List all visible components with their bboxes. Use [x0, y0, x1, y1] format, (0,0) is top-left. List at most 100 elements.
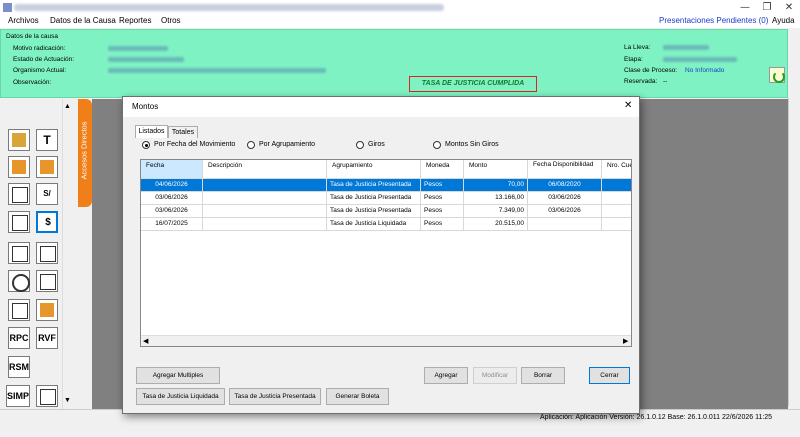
- col-header-fecha[interactable]: Fecha: [141, 160, 203, 179]
- etapa-value-redacted: [663, 57, 737, 62]
- right-scrollbar[interactable]: [788, 98, 800, 406]
- radio-dot: [247, 141, 255, 149]
- tool-document-icon[interactable]: [8, 129, 30, 151]
- cell-moneda: Pesos: [421, 218, 464, 231]
- cell-disponibilidad: 03/06/2026: [528, 192, 602, 205]
- tool-rpc-button[interactable]: RPC: [8, 327, 30, 349]
- col-header-agrupamiento[interactable]: Agrupamiento: [327, 160, 421, 179]
- window-title-redacted: [14, 4, 444, 11]
- menu-bar: Archivos Datos de la Causa Reportes Otro…: [0, 15, 800, 28]
- menu-archivos[interactable]: Archivos: [8, 16, 39, 25]
- tool-rsm-button[interactable]: RSM: [8, 356, 30, 378]
- tool-transfer-icon[interactable]: [36, 270, 58, 292]
- radio-label: Por Fecha del Movimiento: [154, 141, 236, 148]
- tool-text-icon[interactable]: T: [36, 129, 58, 151]
- menu-ayuda[interactable]: Ayuda: [772, 16, 795, 25]
- clase-proceso-label: Clase de Proceso:: [624, 67, 678, 74]
- radio-dot: [433, 141, 441, 149]
- col-header-nro-cuenta[interactable]: Nro. Cue: [602, 160, 631, 179]
- observacion-label: Observación:: [13, 79, 52, 86]
- menu-otros[interactable]: Otros: [161, 16, 181, 25]
- grid-horizontal-scrollbar[interactable]: ◀ ▶: [141, 335, 631, 346]
- modificar-button: Modificar: [473, 367, 517, 384]
- tool-rvf-button[interactable]: RVF: [36, 327, 58, 349]
- maximize-button[interactable]: ❐: [756, 0, 778, 15]
- motivo-value-redacted: [108, 46, 168, 51]
- table-row[interactable]: 03/06/2026 Tasa de Justicia Presentada Pes…: [141, 192, 631, 205]
- cell-moneda: Pesos: [421, 179, 464, 192]
- cell-disponibilidad: [528, 218, 602, 231]
- tool-copy-icon[interactable]: [8, 183, 30, 205]
- refresh-button[interactable]: [769, 67, 785, 83]
- reservada-label: Reservada:: [624, 78, 658, 85]
- scroll-right-icon[interactable]: ▶: [623, 337, 628, 345]
- estado-value-redacted: [108, 57, 184, 62]
- app-icon: [3, 3, 12, 12]
- dialog-title: Montos: [132, 102, 159, 111]
- tool-windows-icon[interactable]: [8, 211, 30, 233]
- tool-money-icon[interactable]: $: [36, 211, 58, 233]
- cell-monto: 13.166,00: [464, 192, 528, 205]
- table-row[interactable]: 03/06/2026 Tasa de Justicia Presentada Pes…: [141, 205, 631, 218]
- agregar-button[interactable]: Agregar: [424, 367, 468, 384]
- borrar-button[interactable]: Borrar: [521, 367, 565, 384]
- col-header-fecha-disponibilidad[interactable]: Fecha Disponibilidad: [528, 160, 602, 179]
- table-row[interactable]: 04/06/2026 Tasa de Justicia Presentada Pes…: [141, 179, 631, 192]
- tool-laptop-icon[interactable]: [36, 299, 58, 321]
- menu-datos-causa[interactable]: Datos de la Causa: [50, 16, 116, 25]
- col-header-monto[interactable]: Monto: [464, 160, 528, 179]
- scroll-down-icon[interactable]: ▼: [64, 397, 71, 404]
- tool-books-icon[interactable]: [8, 156, 30, 178]
- minimize-button[interactable]: —: [734, 0, 756, 15]
- cell-agrupamiento: Tasa de Justicia Presentada: [327, 179, 421, 192]
- tool-users-icon[interactable]: [36, 156, 58, 178]
- menu-reportes[interactable]: Reportes: [119, 16, 151, 25]
- scroll-left-icon[interactable]: ◀: [143, 337, 148, 345]
- tool-simp-button[interactable]: SIMP: [6, 385, 30, 407]
- etapa-label: Etapa:: [624, 56, 643, 63]
- cell-monto: 70,00: [464, 179, 528, 192]
- organismo-label: Organismo Actual:: [13, 67, 67, 74]
- scroll-up-icon[interactable]: ▲: [64, 103, 71, 110]
- motivo-label: Motivo radicación:: [13, 45, 66, 52]
- tool-folder-icon[interactable]: [8, 242, 30, 264]
- tool-recycle-icon[interactable]: [8, 270, 30, 292]
- cell-descripcion: [203, 205, 327, 218]
- col-header-descripcion[interactable]: Descripción: [203, 160, 327, 179]
- radio-label: Por Agrupamiento: [259, 141, 316, 148]
- clase-proceso-value: No Informado: [685, 67, 725, 74]
- cell-fecha: 03/06/2026: [141, 205, 203, 218]
- generar-boleta-button[interactable]: Generar Boleta: [326, 388, 389, 405]
- tool-soles-icon[interactable]: S/: [36, 183, 58, 205]
- tool-move-icon[interactable]: [8, 299, 30, 321]
- left-scrollbar[interactable]: ▲ ▼: [62, 99, 73, 409]
- dialog-close-icon[interactable]: ✕: [624, 100, 632, 111]
- tool-edit-icon[interactable]: [36, 385, 58, 407]
- radio-label: Montos Sin Giros: [445, 141, 499, 148]
- cell-fecha: 16/07/2025: [141, 218, 203, 231]
- accesos-directos-label: Accesos Directos: [79, 121, 89, 180]
- col-header-moneda[interactable]: Moneda: [421, 160, 464, 179]
- table-row[interactable]: 16/07/2025 Tasa de Justicia Liquidada Peso…: [141, 218, 631, 231]
- cell-descripcion: [203, 218, 327, 231]
- window-titlebar: — ❐ ✕: [0, 0, 800, 15]
- cell-agrupamiento: Tasa de Justicia Liquidada: [327, 218, 421, 231]
- tasa-presentada-button[interactable]: Tasa de Justicia Presentada: [229, 388, 321, 405]
- radio-dot: [142, 141, 150, 149]
- cell-cuenta: [602, 218, 631, 231]
- radio-label: Giros: [368, 141, 385, 148]
- cell-cuenta: [602, 205, 631, 218]
- radio-dot: [356, 141, 364, 149]
- dialog-titlebar: Montos ✕: [123, 97, 639, 117]
- presentaciones-pendientes-link[interactable]: Presentaciones Pendientes (0): [659, 16, 768, 25]
- tool-pages-icon[interactable]: [36, 242, 58, 264]
- cell-agrupamiento: Tasa de Justicia Presentada: [327, 205, 421, 218]
- cerrar-button[interactable]: Cerrar: [589, 367, 630, 384]
- agregar-multiples-button[interactable]: Agregar Multiples: [136, 367, 220, 384]
- datos-causa-title: Datos de la causa: [6, 33, 59, 40]
- tasa-liquidada-button[interactable]: Tasa de Justicia Liquidada: [136, 388, 225, 405]
- accesos-directos-tab[interactable]: Accesos Directos: [78, 99, 92, 207]
- close-window-button[interactable]: ✕: [778, 0, 800, 15]
- cell-fecha: 03/06/2026: [141, 192, 203, 205]
- montos-grid[interactable]: Fecha Descripción Agrupamiento Moneda Mo…: [140, 159, 632, 347]
